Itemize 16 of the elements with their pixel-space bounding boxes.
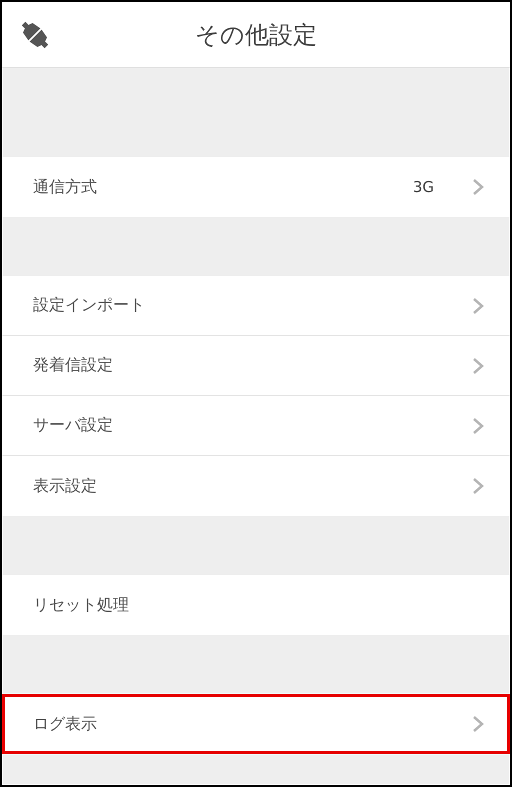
row-label: リセット処理 bbox=[33, 594, 130, 616]
settings-row[interactable]: 通信方式 3G bbox=[2, 157, 510, 217]
screen-title: その他設定 bbox=[195, 20, 317, 50]
settings-row[interactable]: リセット処理 bbox=[2, 575, 510, 635]
row-label: 発着信設定 bbox=[33, 355, 114, 376]
row-label: ログ表示 bbox=[33, 714, 98, 734]
settings-row[interactable]: 発着信設定 bbox=[2, 336, 510, 396]
row-value: 3G bbox=[412, 178, 434, 196]
row-label: 設定インポート bbox=[33, 295, 146, 316]
row-label: サーバ設定 bbox=[33, 415, 114, 436]
row-label: 表示設定 bbox=[33, 476, 98, 496]
row-label: 通信方式 bbox=[33, 176, 98, 198]
settings-row[interactable]: 表示設定 bbox=[2, 456, 510, 516]
settings-row[interactable]: 設定インポート bbox=[2, 276, 510, 336]
settings-row[interactable]: サーバ設定 bbox=[2, 396, 510, 456]
settings-row[interactable]: ログ表示 bbox=[2, 694, 510, 754]
